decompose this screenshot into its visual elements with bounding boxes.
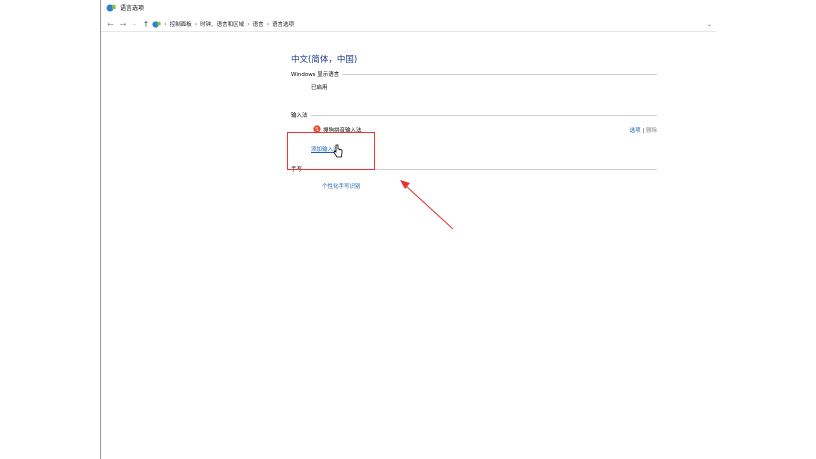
breadcrumb-clock-language-region[interactable]: 时钟、语言和区域 (200, 20, 244, 28)
display-language-section: Windows 显示语言 (291, 70, 657, 78)
breadcrumb-separator-icon: › (164, 20, 167, 28)
address-bar: ← → ⌄ ↑ › 控制面板 › 时钟、语言和区域 › 语言 › 语言选项 ⌄ (101, 17, 716, 32)
section-label: 输入法 (291, 113, 308, 119)
address-dropdown-icon[interactable]: ⌄ (707, 21, 712, 28)
language-name: 中文(简体，中国) (291, 55, 358, 65)
personalize-handwriting-link[interactable]: 个性化手写识别 (322, 182, 361, 190)
input-method-actions: 选项 | 删除 (630, 126, 657, 134)
forward-arrow-icon[interactable]: → (120, 20, 127, 29)
title-bar: 语言选项 (101, 0, 716, 15)
hand-cursor-icon (333, 144, 343, 158)
recent-dropdown-icon[interactable]: ⌄ (132, 21, 136, 27)
language-options-icon (106, 4, 116, 11)
options-link[interactable]: 选项 (630, 128, 641, 134)
breadcrumb-separator-icon: › (247, 20, 250, 28)
highlight-box (287, 132, 375, 170)
window-title: 语言选项 (120, 5, 145, 12)
up-arrow-icon[interactable]: ↑ (143, 20, 150, 29)
action-separator: | (642, 128, 645, 134)
section-label: Windows 显示语言 (291, 72, 340, 78)
breadcrumb-language-options[interactable]: 语言选项 (272, 20, 294, 28)
window: 语言选项 ← → ⌄ ↑ › 控制面板 › 时钟、语言和区域 › 语言 › 语言… (100, 0, 716, 459)
display-language-status: 已启用 (311, 85, 328, 91)
language-options-panel: 中文(简体，中国) Windows 显示语言 已启用 输入法 S 搜狗拼音输入法… (291, 50, 657, 192)
breadcrumb-separator-icon: › (194, 20, 198, 28)
breadcrumb-control-panel[interactable]: 控制面板 (170, 20, 192, 28)
divider (342, 73, 657, 75)
input-method-section: 输入法 (291, 111, 657, 119)
divider (310, 114, 657, 116)
breadcrumb-separator-icon: › (266, 20, 269, 28)
breadcrumb-language[interactable]: 语言 (253, 20, 264, 28)
back-arrow-icon[interactable]: ← (107, 20, 114, 29)
control-panel-icon (152, 20, 161, 28)
remove-link[interactable]: 删除 (646, 128, 657, 134)
